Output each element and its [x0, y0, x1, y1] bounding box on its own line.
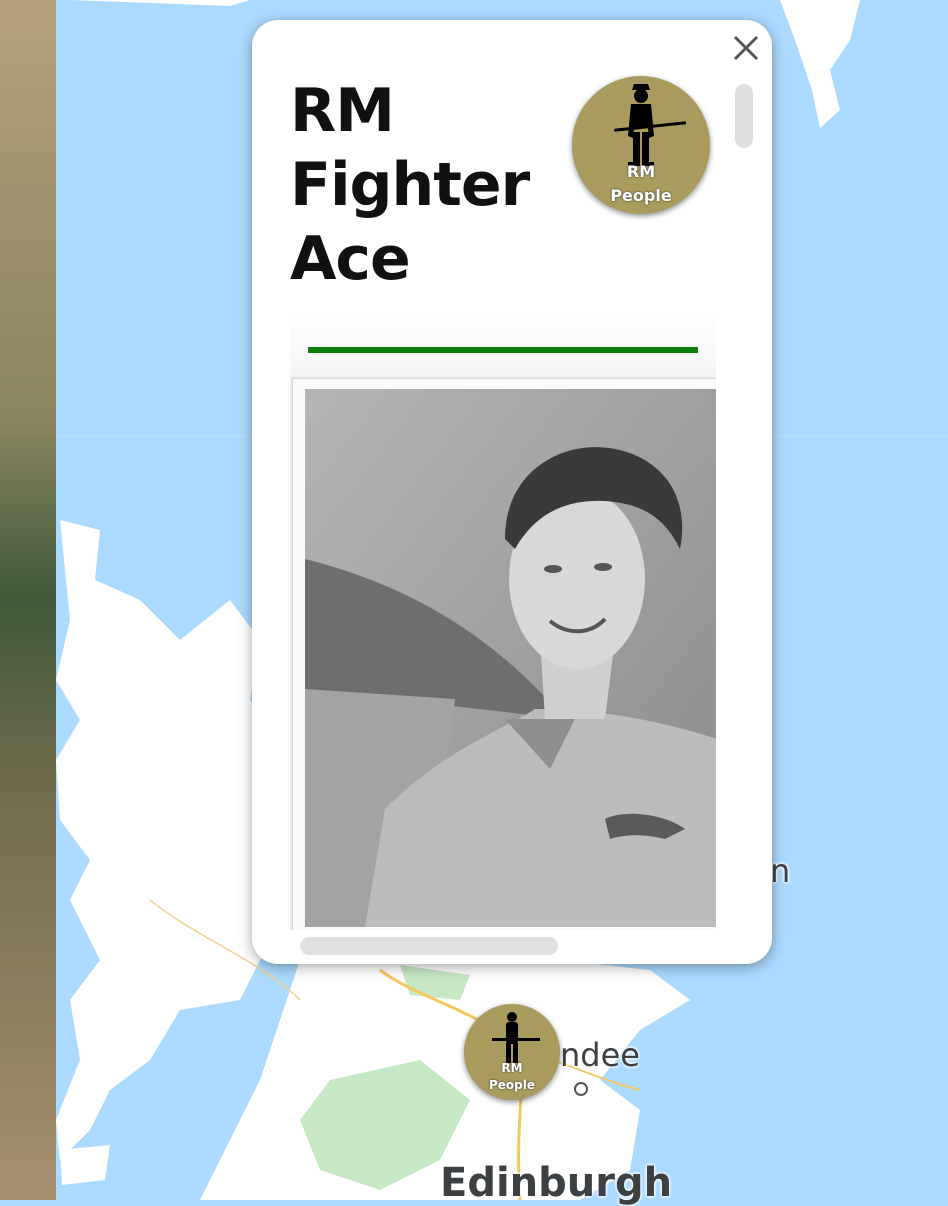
green-divider: [308, 347, 698, 353]
portrait-image: [305, 389, 716, 927]
title-line: Ace: [290, 224, 411, 294]
photo-frame: [292, 378, 716, 930]
badge-label: RM People: [610, 162, 672, 205]
satellite-strip: [0, 0, 56, 1200]
vertical-scrollbar[interactable]: [735, 84, 753, 148]
title-line: RM: [290, 76, 395, 146]
header-band: [290, 310, 716, 380]
popup-title: RM Fighter Ace: [290, 74, 550, 296]
map-label-dundee: ndee: [560, 1036, 640, 1074]
land-top-right: [780, 0, 860, 128]
content-panel: [290, 310, 716, 930]
land-top-left: [70, 0, 250, 6]
close-icon: [733, 35, 759, 61]
city-point-dundee: [574, 1082, 588, 1096]
island: [60, 1145, 110, 1185]
title-line: Fighter: [290, 150, 530, 220]
map-label-partial: n: [770, 852, 791, 890]
rm-people-marker[interactable]: RM People: [464, 1004, 560, 1100]
rm-people-badge: RM People: [572, 76, 710, 214]
portrait-photo: [305, 389, 716, 927]
marker-label: RM People: [488, 1061, 536, 1092]
horizontal-scrollbar[interactable]: [300, 937, 558, 955]
info-popup: RM Fighter Ace RM People: [252, 20, 772, 964]
close-button[interactable]: [726, 28, 766, 68]
map-label-edinburgh: Edinburgh: [440, 1160, 673, 1206]
